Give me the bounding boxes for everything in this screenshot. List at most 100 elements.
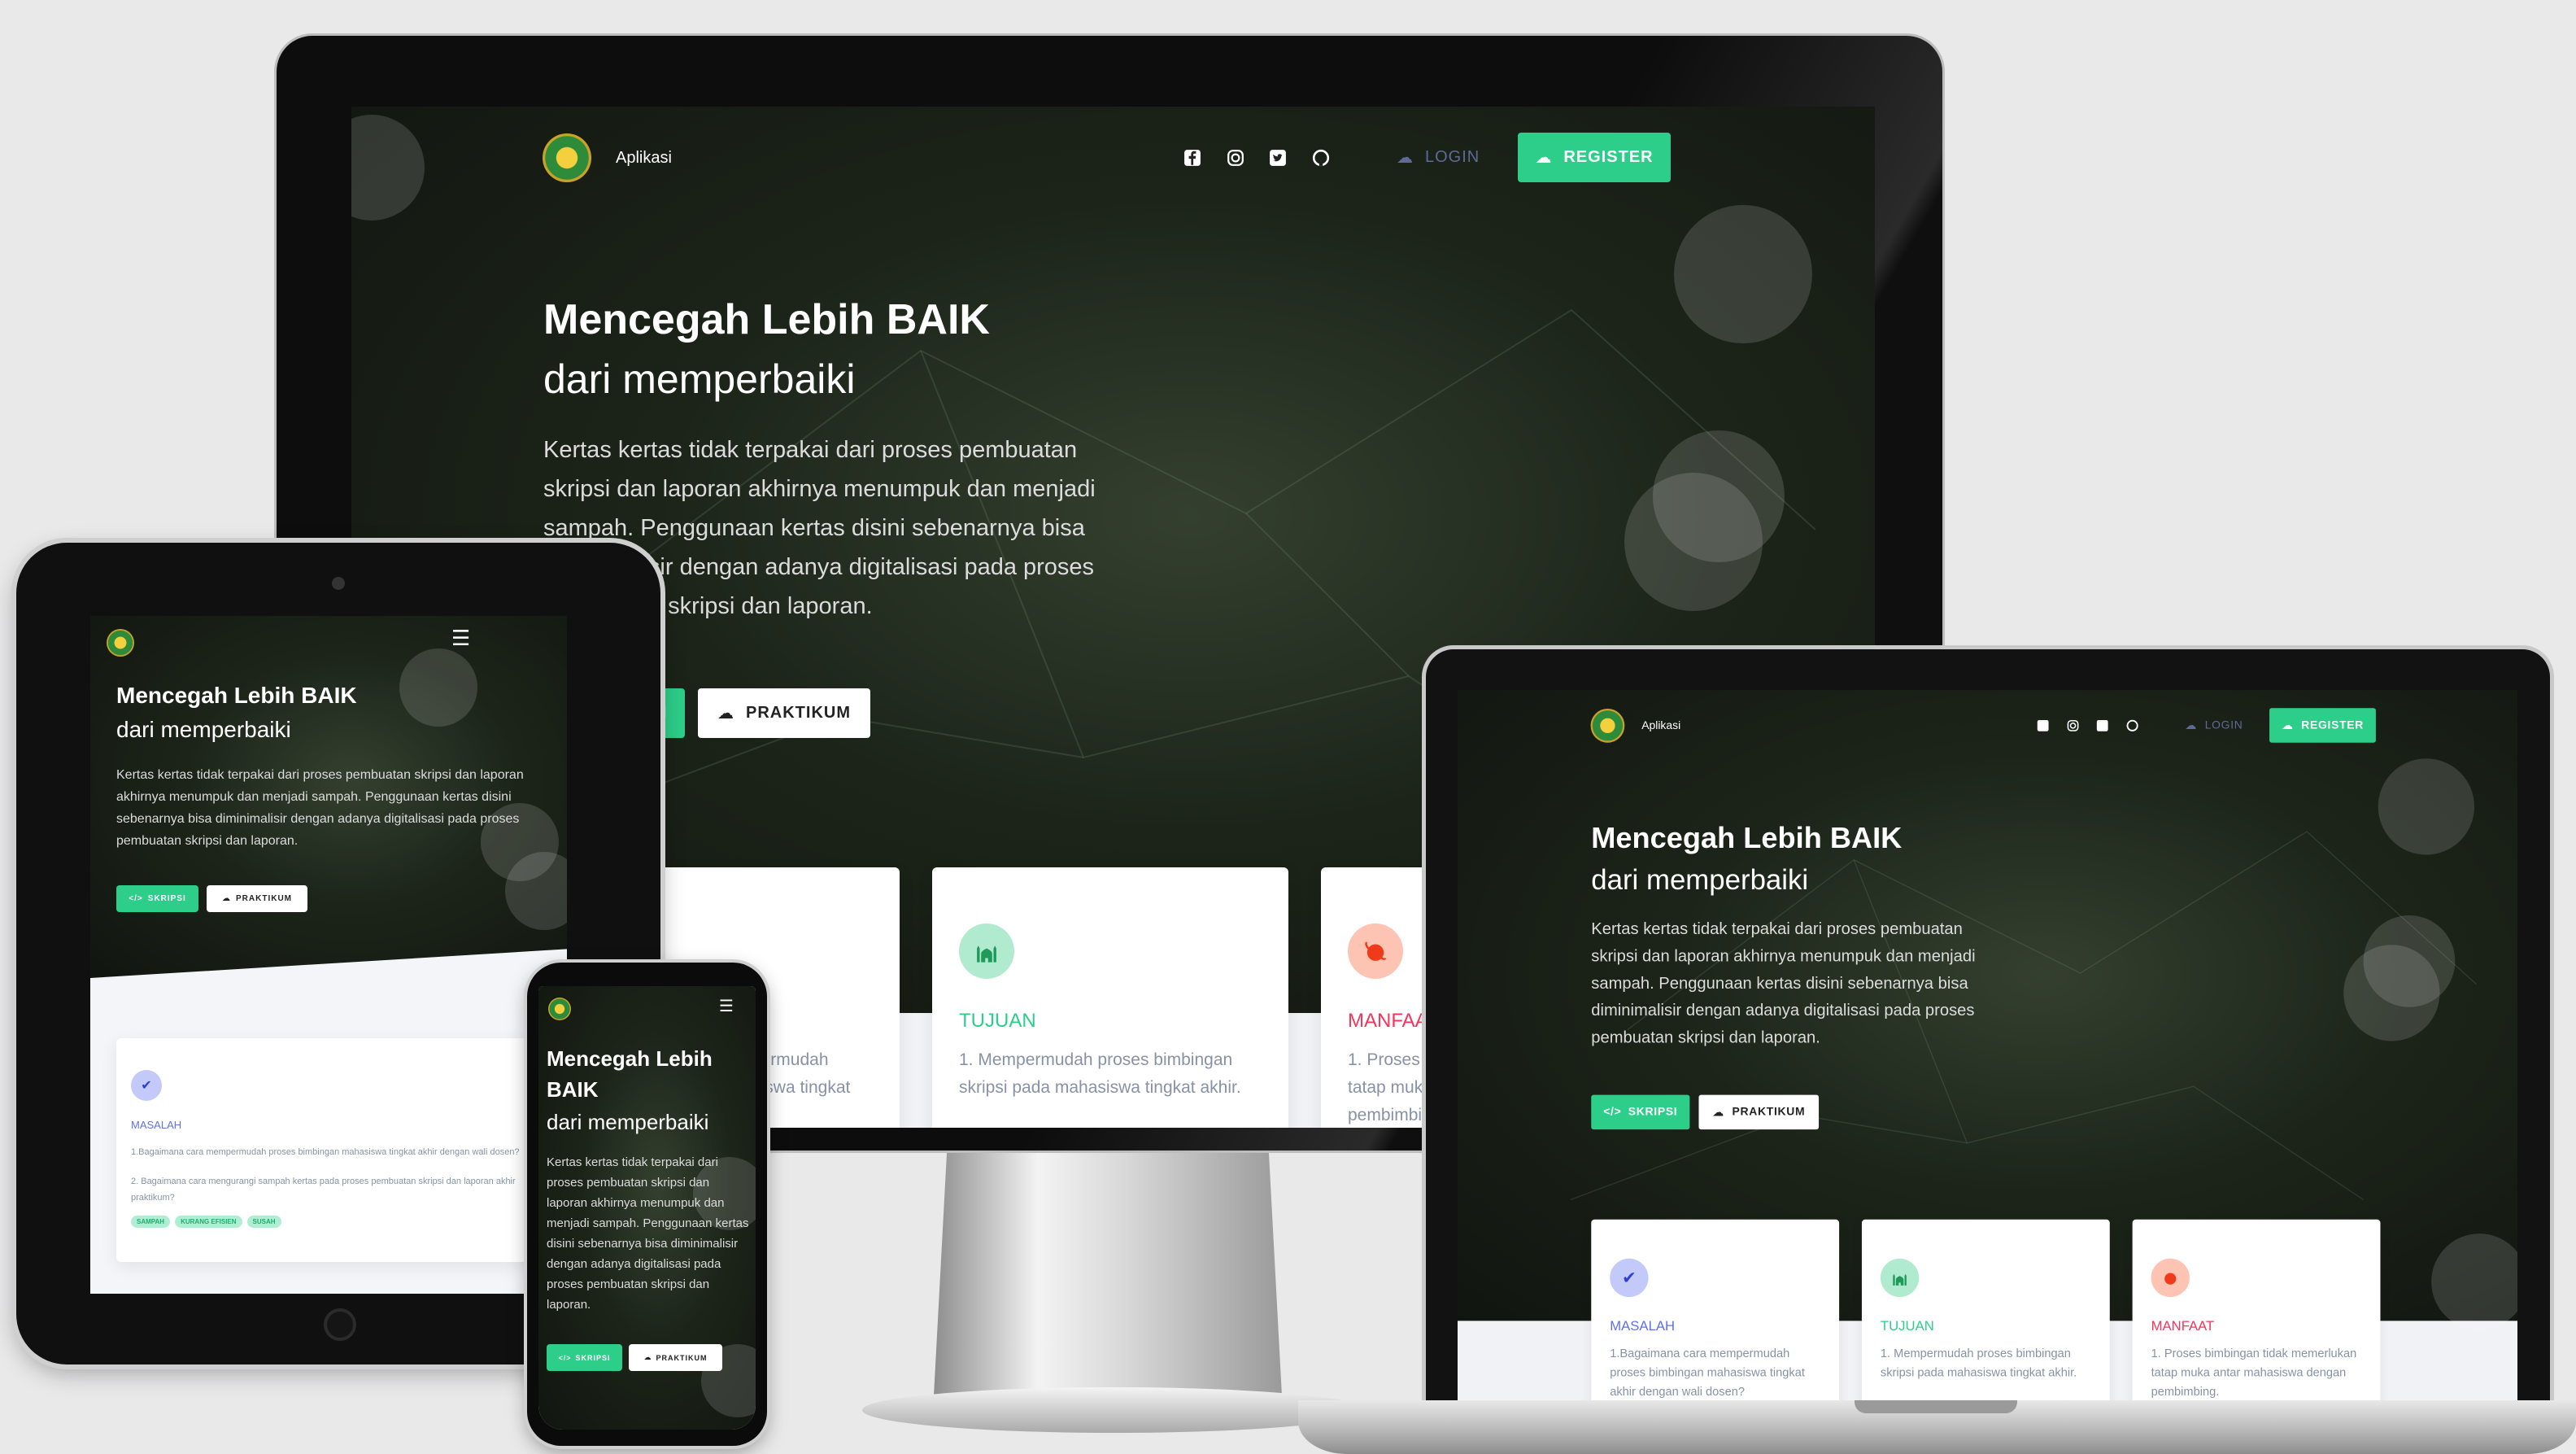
cloud-download-icon: ☁: [2185, 719, 2197, 732]
praktikum-label: PRAKTIKUM: [746, 704, 851, 722]
card-text: 1. Mempermudah proses bimbingan skripsi …: [959, 1050, 1241, 1097]
tablet-home-button[interactable]: [324, 1308, 356, 1341]
praktikum-label: PRAKTIKUM: [1732, 1105, 1806, 1119]
card-title: MASALAH: [1610, 1318, 1676, 1334]
card-text: 1. Proses bimbingan tidak memerlukan tat…: [2151, 1347, 2357, 1399]
tablet-camera: [332, 577, 345, 590]
code-icon: </>: [1603, 1105, 1622, 1119]
hero-paragraph: Kertas kertas tidak terpakai dari proses…: [547, 1155, 749, 1312]
card-title: MANFAAT: [2151, 1318, 2215, 1334]
decor-circle: [1674, 205, 1812, 343]
skripsi-label: SKRIPSI: [575, 1353, 611, 1362]
cloud-download-icon: ☁: [1397, 149, 1414, 167]
card-text: 1.Bagaimana cara mempermudah proses bimb…: [131, 1147, 520, 1157]
login-link[interactable]: ☁ LOGIN: [2185, 718, 2243, 732]
monitor-stand-base: [862, 1387, 1366, 1433]
card-tujuan: TUJUAN 1. Mempermudah proses bimbingan s…: [1861, 1219, 2110, 1401]
card-text: 1.Bagaimana cara mempermudah proses bimb…: [1610, 1347, 1805, 1399]
check-icon: ✔: [1610, 1258, 1649, 1298]
decor-circle: [1624, 473, 1763, 611]
decor-circle: [2343, 945, 2440, 1041]
hero-title: Mencegah Lebih BAIK: [547, 1046, 713, 1102]
praktikum-button[interactable]: ☁ PRAKTIKUM: [629, 1344, 722, 1371]
card-title: TUJUAN: [959, 1010, 1036, 1032]
card-manfaat: MANFAAT 1. Proses bimbingan tidak memerl…: [2132, 1219, 2381, 1401]
instagram-icon[interactable]: [1227, 149, 1244, 167]
tag-list: SAMPAH KURANG EFISIEN SUSAH: [131, 1216, 281, 1228]
cloud-download-icon: ☁: [643, 1353, 652, 1361]
tablet-screen: ☰ Mencegah Lebih BAIK dari memperbaiki K…: [90, 616, 567, 1294]
skripsi-button[interactable]: </>SKRIPSI: [547, 1344, 622, 1371]
logo[interactable]: [107, 629, 134, 657]
praktikum-button[interactable]: ☁ PRAKTIKUM: [698, 688, 870, 738]
monitor-stand: [933, 1151, 1283, 1411]
check-icon: ✔: [131, 1070, 162, 1101]
register-label: REGISTER: [2301, 718, 2365, 731]
praktikum-label: PRAKTIKUM: [656, 1353, 708, 1362]
praktikum-button[interactable]: ☁ PRAKTIKUM: [207, 885, 307, 912]
github-icon[interactable]: [2126, 719, 2138, 731]
card-masalah: ✔ MASALAH 1.Bagaimana cara mempermudah p…: [116, 1038, 539, 1262]
hamburger-menu-icon[interactable]: ☰: [719, 996, 734, 1016]
register-button[interactable]: ☁ REGISTER: [2269, 708, 2376, 743]
twitter-icon[interactable]: [1269, 149, 1287, 167]
desktop-site: Aplikasi ☁ LOGIN ☁ REGISTER Mencegah Lebih…: [1458, 690, 2517, 1401]
hero-title: Mencegah Lebih BAIK: [116, 683, 357, 708]
card-masalah: ✔ MASALAH 1.Bagaimana cara mempermudah p…: [1591, 1219, 1840, 1401]
praktikum-button[interactable]: ☁ PRAKTIKUM: [1698, 1094, 1820, 1130]
hero-subtitle: dari memperbaiki: [116, 717, 291, 742]
decor-circle: [2378, 758, 2475, 855]
laptop-notch: [1855, 1400, 2017, 1413]
laptop-screen: Aplikasi ☁ LOGIN ☁ REGISTER Mencegah Lebih…: [1458, 690, 2517, 1402]
card-tujuan: TUJUAN 1. Mempermudah proses bimbingan s…: [932, 867, 1288, 1128]
mosque-icon: [1880, 1258, 1920, 1298]
twitter-icon[interactable]: [2096, 719, 2108, 731]
instagram-icon[interactable]: [2067, 719, 2079, 731]
card-text: 2. Bagaimana cara mengurangi sampah kert…: [131, 1177, 516, 1203]
card-title: MASALAH: [131, 1119, 182, 1131]
brand-name[interactable]: Aplikasi: [1641, 719, 1680, 732]
hero-title: Mencegah Lebih BAIK: [543, 296, 990, 343]
planet-icon: [1348, 923, 1403, 979]
facebook-icon[interactable]: [1183, 149, 1201, 167]
github-icon[interactable]: [1312, 149, 1330, 167]
praktikum-label: PRAKTIKUM: [236, 894, 292, 903]
planet-icon: [2151, 1258, 2190, 1298]
register-label: REGISTER: [1563, 148, 1654, 166]
facebook-icon[interactable]: [2037, 719, 2049, 731]
hero-subtitle: dari memperbaiki: [547, 1110, 709, 1134]
hero-paragraph: Kertas kertas tidak terpakai dari proses…: [116, 768, 524, 848]
logo[interactable]: [548, 998, 571, 1020]
logo[interactable]: [543, 133, 591, 182]
login-link[interactable]: ☁ LOGIN: [1397, 147, 1480, 168]
hero-subtitle: dari memperbaiki: [543, 356, 856, 402]
cloud-download-icon: ☁: [1535, 149, 1553, 167]
tag-badge: KURANG EFISIEN: [175, 1216, 242, 1228]
card-title: MANFAAT: [1348, 1010, 1439, 1032]
tag-badge: SUSAH: [246, 1216, 281, 1228]
skripsi-label: SKRIPSI: [147, 894, 186, 903]
hero-subtitle: dari memperbaiki: [1591, 863, 1809, 896]
skripsi-button[interactable]: </> SKRIPSI: [1591, 1094, 1690, 1130]
phone-screen: ☰ Mencegah Lebih BAIK dari memperbaiki K…: [538, 986, 756, 1430]
hero-paragraph: Kertas kertas tidak terpakai dari proses…: [1591, 919, 1976, 1047]
cloud-download-icon: ☁: [2281, 719, 2294, 732]
skripsi-button[interactable]: </> SKRIPSI: [116, 885, 198, 912]
brand-name[interactable]: Aplikasi: [616, 149, 672, 168]
skripsi-label: SKRIPSI: [1628, 1105, 1678, 1119]
login-label: LOGIN: [2204, 718, 2243, 731]
code-icon: </>: [558, 1353, 572, 1362]
cloud-download-icon: ☁: [1712, 1106, 1724, 1119]
cloud-download-icon: ☁: [222, 894, 231, 903]
card-text: 1. Mempermudah proses bimbingan skripsi …: [1880, 1347, 2077, 1380]
code-icon: </>: [129, 894, 143, 903]
register-button[interactable]: ☁ REGISTER: [1518, 133, 1671, 182]
cloud-download-icon: ☁: [717, 705, 734, 723]
mosque-icon: [959, 923, 1014, 979]
decor-circle: [399, 648, 477, 727]
card-title: TUJUAN: [1880, 1318, 1934, 1334]
logo[interactable]: [1590, 708, 1625, 743]
login-label: LOGIN: [1425, 148, 1480, 166]
tag-badge: SAMPAH: [131, 1216, 171, 1228]
hamburger-menu-icon[interactable]: ☰: [451, 626, 470, 651]
